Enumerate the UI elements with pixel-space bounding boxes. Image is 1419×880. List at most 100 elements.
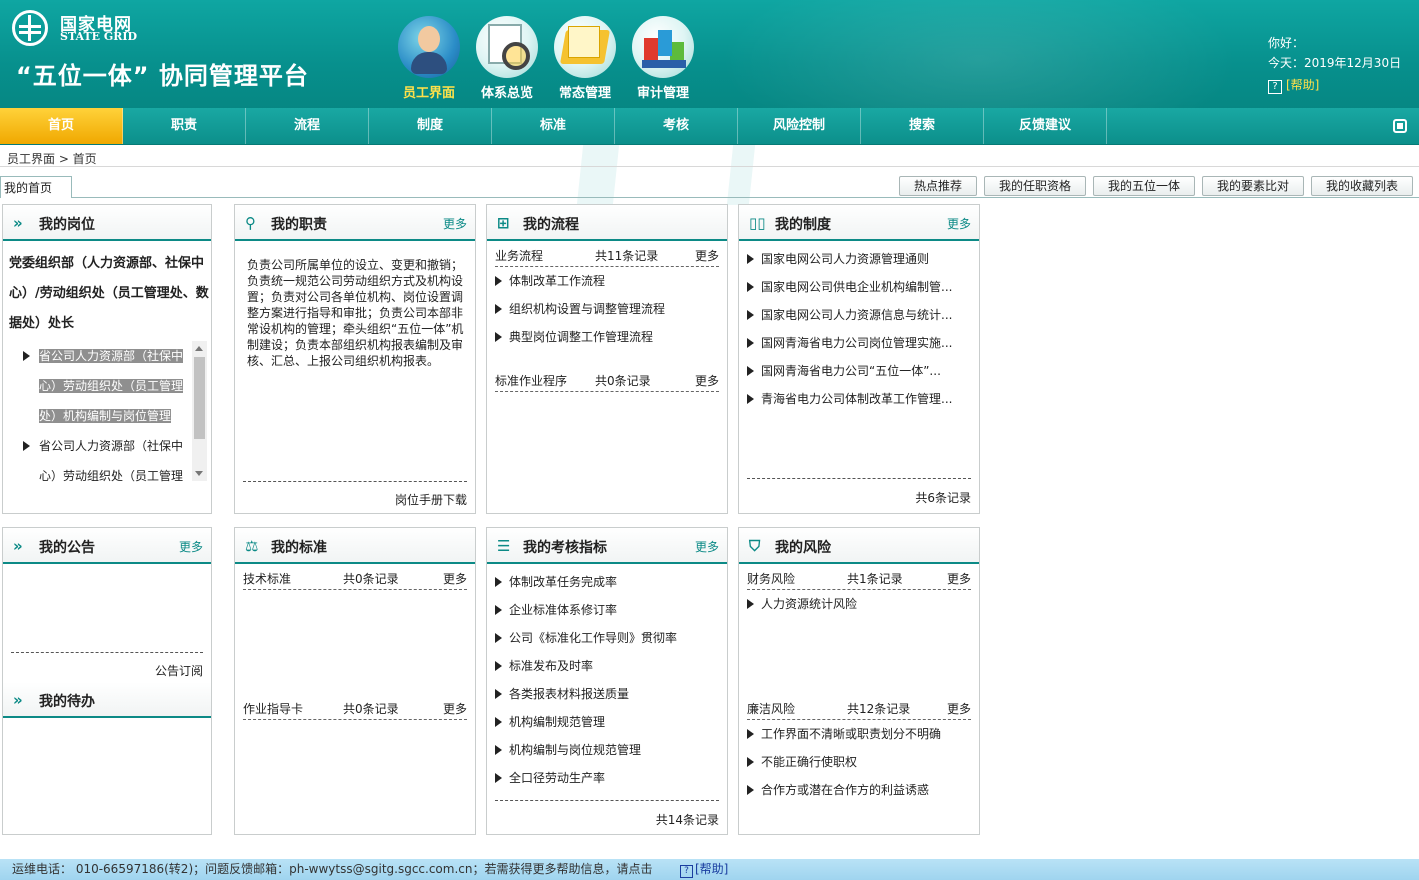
dashed-divider [747, 478, 971, 479]
list-item[interactable]: 体制改革任务完成率 [495, 568, 719, 596]
list-item[interactable]: 国家电网公司供电企业机构编制管... [747, 273, 971, 301]
my-kpi-panel: ☰ 我的考核指标 更多 体制改革任务完成率 企业标准体系修订率 公司《标准化工作… [486, 527, 728, 835]
triangle-bullet-icon [495, 304, 502, 314]
triangle-bullet-icon [747, 366, 754, 376]
list-item[interactable]: 各类报表材料报送质量 [495, 680, 719, 708]
work-guide-card-more-link[interactable]: 更多 [443, 700, 467, 717]
list-item[interactable]: 公司《标准化工作导则》贯彻率 [495, 624, 719, 652]
list-item[interactable]: 国家电网公司人力资源管理通则 [747, 245, 971, 273]
tech-standard-more-link[interactable]: 更多 [443, 570, 467, 587]
my-kpi-header: ☰ 我的考核指标 更多 [487, 528, 727, 564]
nav-assessment[interactable]: 考核 [615, 108, 738, 144]
list-item[interactable]: 企业标准体系修订率 [495, 596, 719, 624]
triangle-bullet-icon [495, 605, 502, 615]
dashed-divider [243, 481, 467, 482]
list-item[interactable]: 国家电网公司人力资源信息与统计... [747, 301, 971, 329]
my-duty-title: 我的职责 [271, 217, 327, 233]
routine-management-button[interactable]: 常态管理 [550, 16, 620, 106]
system-overview-label: 体系总览 [480, 86, 533, 101]
tab-hot-recommend[interactable]: 热点推荐 [899, 176, 977, 196]
business-process-more-link[interactable]: 更多 [695, 247, 719, 264]
my-policy-panel: ▯▯ 我的制度 更多 国家电网公司人力资源管理通则 国家电网公司供电企业机构编制… [738, 204, 980, 514]
nav-process[interactable]: 流程 [246, 108, 369, 144]
list-item-text: 青海省电力公司体制改革工作管理... [761, 392, 953, 406]
policy-list: 国家电网公司人力资源管理通则 国家电网公司供电企业机构编制管... 国家电网公司… [747, 245, 971, 413]
triangle-bullet-icon [747, 338, 754, 348]
post-list-scrollbar[interactable] [192, 341, 207, 481]
today-date: 今天：2019年12月30日 [1268, 56, 1402, 70]
list-item[interactable]: 不能正确行使职权 [747, 748, 971, 776]
my-duty-more-link[interactable]: 更多 [443, 215, 467, 232]
list-item[interactable]: 体制改革工作流程 [495, 267, 719, 295]
list-item[interactable]: 青海省电力公司体制改革工作管理... [747, 385, 971, 413]
my-notice-header: » 我的公告 更多 [3, 528, 211, 564]
post-list-item[interactable]: 省公司人力资源部（社保中心）劳动组织处（员工管理处）机构编制与岗位管理 [21, 341, 187, 431]
duty-description: 负责公司所属单位的设立、变更和撤销；负责统一规范公司劳动组织方式及机构设置；负责… [247, 258, 464, 368]
nav-policy[interactable]: 制度 [369, 108, 492, 144]
notice-subscribe-link[interactable]: 公告订阅 [155, 662, 203, 679]
triangle-bullet-icon [747, 310, 754, 320]
list-item[interactable]: 机构编制与岗位规范管理 [495, 736, 719, 764]
my-post-title: 我的岗位 [39, 217, 95, 233]
post-list-item[interactable]: 省公司人力资源部（社保中心）劳动组织处（员工管理处） [21, 431, 187, 483]
list-item[interactable]: 组织机构设置与调整管理流程 [495, 295, 719, 323]
triangle-bullet-icon [23, 441, 30, 451]
nav-duty[interactable]: 职责 [123, 108, 246, 144]
my-kpi-title: 我的考核指标 [523, 540, 607, 556]
background-stripes [580, 145, 770, 205]
financial-risk-label: 财务风险 [747, 572, 796, 586]
integrity-risk-row: 廉洁风险 共12条记录 更多 [747, 700, 971, 720]
balance-scale-icon: ⚖ [245, 537, 259, 555]
list-item[interactable]: 人力资源统计风险 [747, 590, 971, 618]
list-item-text: 机构编制与岗位规范管理 [509, 743, 642, 757]
nav-risk-control[interactable]: 风险控制 [738, 108, 861, 144]
restore-window-icon[interactable] [1393, 119, 1407, 133]
tab-my-element-compare[interactable]: 我的要素比对 [1202, 176, 1304, 196]
integrity-risk-label: 廉洁风险 [747, 702, 796, 716]
list-item[interactable]: 机构编制规范管理 [495, 708, 719, 736]
tab-my-favorites[interactable]: 我的收藏列表 [1311, 176, 1413, 196]
list-item[interactable]: 全口径劳动生产率 [495, 764, 719, 792]
list-item-text: 国网青海省电力公司岗位管理实施... [761, 336, 953, 350]
system-overview-button[interactable]: 体系总览 [472, 16, 542, 106]
tab-my-five-in-one[interactable]: 我的五位一体 [1093, 176, 1195, 196]
scroll-thumb[interactable] [194, 357, 205, 439]
list-item[interactable]: 国网青海省电力公司“五位一体”... [747, 357, 971, 385]
list-item[interactable]: 合作方或潜在合作方的利益诱惑 [747, 776, 971, 804]
my-notice-title: 我的公告 [39, 540, 95, 556]
tab-my-home[interactable]: 我的首页 [0, 176, 72, 198]
scroll-down-icon[interactable] [195, 471, 203, 476]
scroll-up-icon[interactable] [195, 346, 203, 351]
list-item-text: 企业标准体系修订率 [509, 603, 618, 617]
footer-help-link[interactable]: ? [帮助] [680, 859, 728, 880]
list-item[interactable]: 工作界面不清晰或职责划分不明确 [747, 720, 971, 748]
folder-icon [554, 16, 616, 78]
list-item-text: 组织机构设置与调整管理流程 [509, 302, 666, 316]
financial-risk-more-link[interactable]: 更多 [947, 570, 971, 587]
nav-home[interactable]: 首页 [0, 108, 123, 144]
tab-my-qualifications[interactable]: 我的任职资格 [984, 176, 1086, 196]
audit-management-button[interactable]: 审计管理 [628, 16, 698, 106]
my-policy-more-link[interactable]: 更多 [947, 215, 971, 232]
audit-chart-icon [632, 16, 694, 78]
my-policy-header: ▯▯ 我的制度 更多 [739, 205, 979, 241]
my-kpi-more-link[interactable]: 更多 [695, 538, 719, 555]
post-manual-download-link[interactable]: 岗位手册下载 [395, 491, 467, 508]
my-post-header: » 我的岗位 [3, 205, 211, 241]
help-link[interactable]: ? [帮助] [1268, 76, 1319, 94]
sop-more-link[interactable]: 更多 [695, 372, 719, 389]
list-item-text: 公司《标准化工作导则》贯彻率 [509, 631, 678, 645]
employee-view-button[interactable]: 员工界面 [394, 16, 464, 106]
list-item-text: 合作方或潜在合作方的利益诱惑 [761, 783, 930, 797]
nav-feedback[interactable]: 反馈建议 [984, 108, 1107, 144]
list-document-icon: ☰ [497, 537, 511, 555]
list-item[interactable]: 国网青海省电力公司岗位管理实施... [747, 329, 971, 357]
list-item[interactable]: 典型岗位调整工作管理流程 [495, 323, 719, 351]
help-question-icon: ? [680, 865, 693, 878]
integrity-risk-more-link[interactable]: 更多 [947, 700, 971, 717]
my-notice-more-link[interactable]: 更多 [179, 538, 203, 555]
list-item-text: 工作界面不清晰或职责划分不明确 [761, 727, 942, 741]
nav-standard[interactable]: 标准 [492, 108, 615, 144]
list-item[interactable]: 标准发布及时率 [495, 652, 719, 680]
nav-search[interactable]: 搜索 [861, 108, 984, 144]
